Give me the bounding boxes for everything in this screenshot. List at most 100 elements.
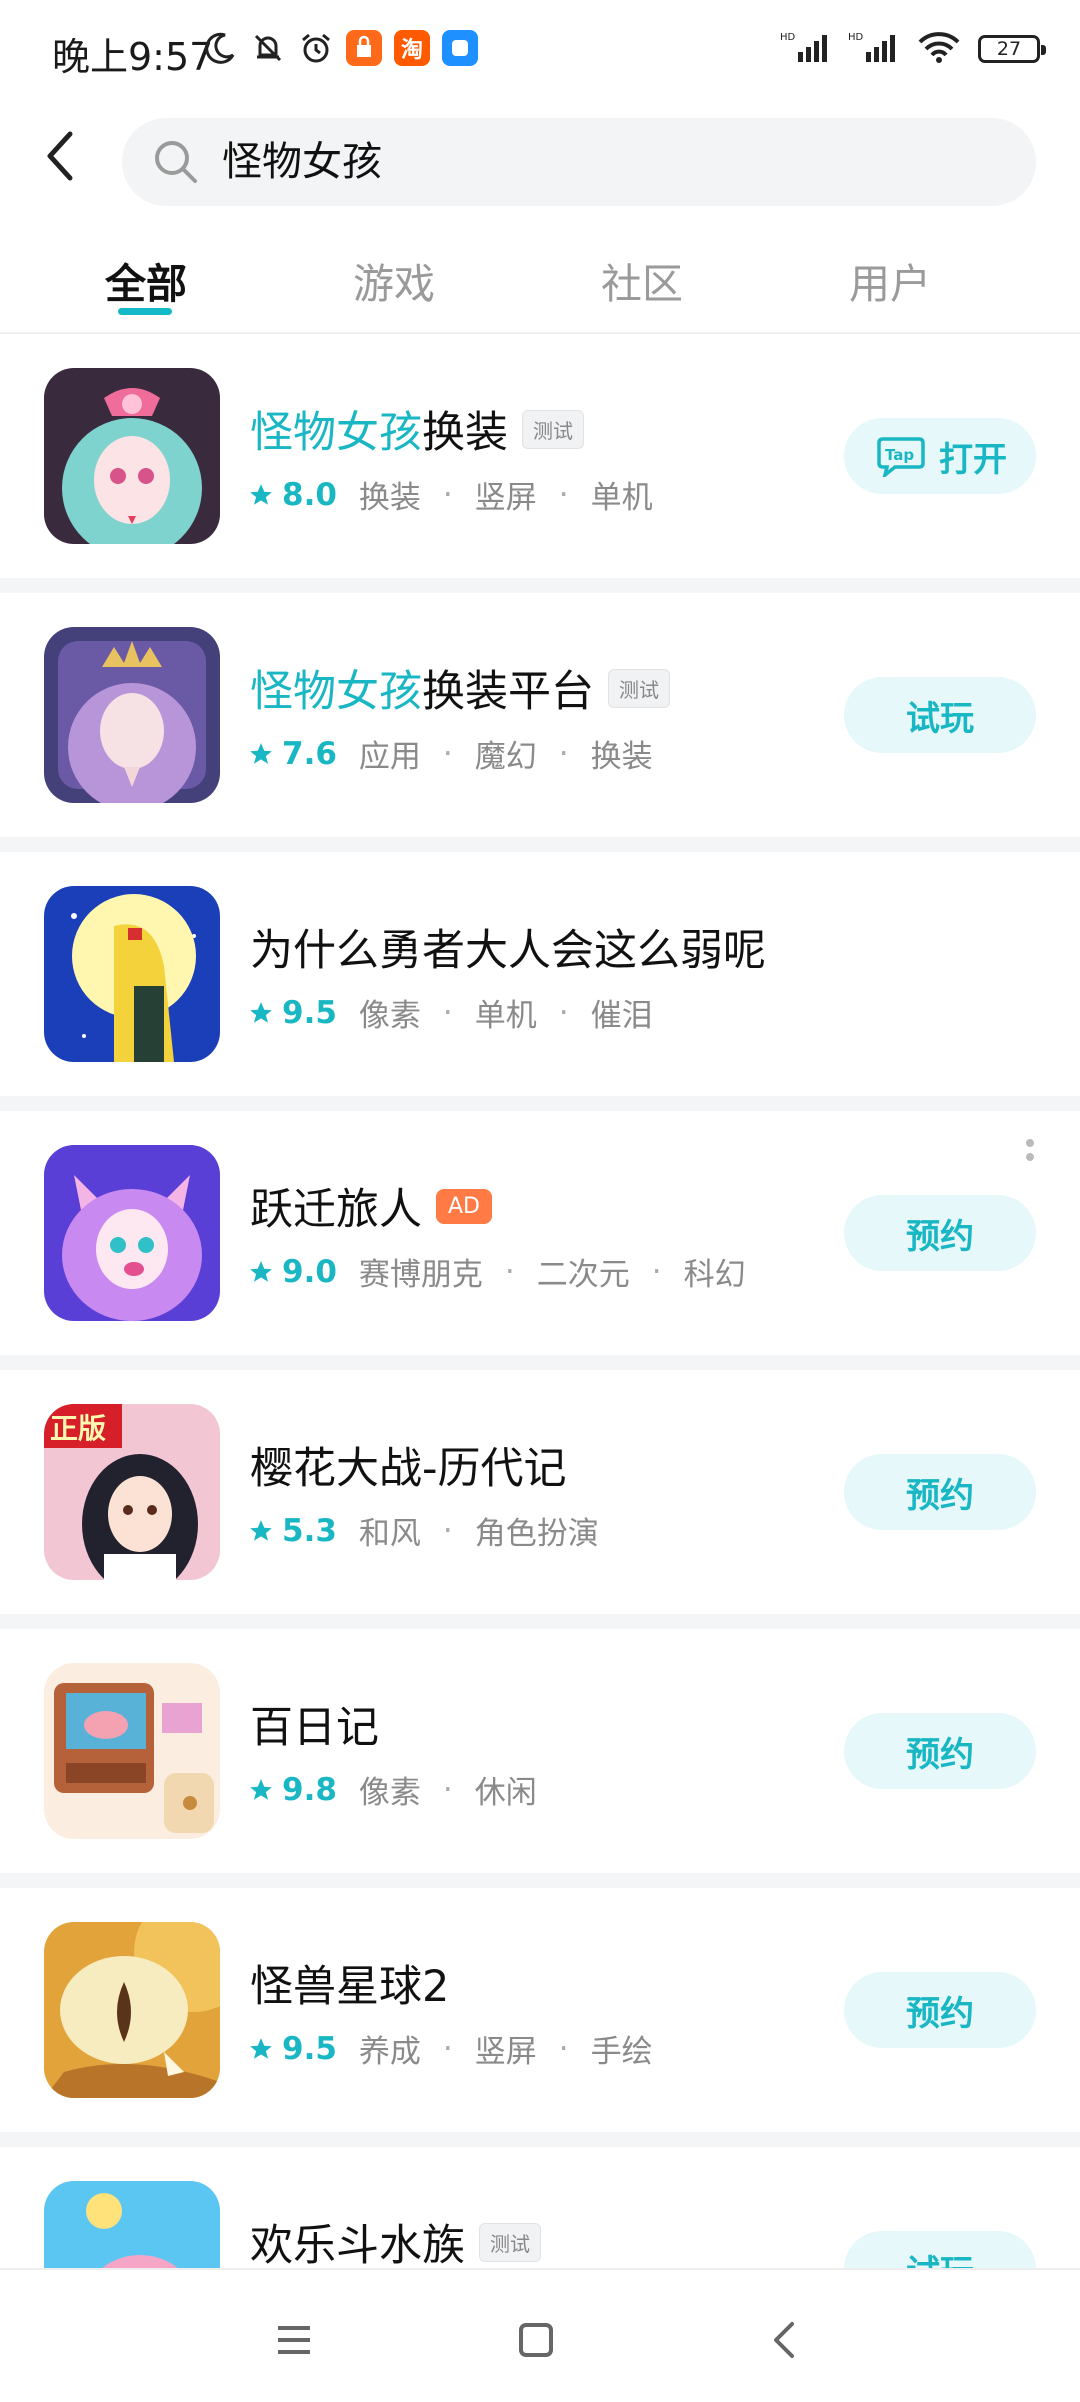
item-title: 为什么勇者大人会这么弱呢	[250, 926, 766, 976]
item-tag: 单机	[590, 480, 653, 516]
list-item[interactable]: 为什么勇者大人会这么弱呢 9.5 像素 · 单机 · 催泪	[0, 852, 1080, 1096]
item-tag: 手绘	[590, 2034, 653, 2070]
system-nav-bar	[0, 2268, 1080, 2402]
item-meta: 9.5 像素 · 单机 · 催泪	[248, 990, 653, 1035]
rating-score: 9.0	[282, 1253, 337, 1290]
search-results-list: 怪物女孩换装 测试 8.0 换装 · 竖屏 · 单机 Tap 打开 怪物女孩换装平台…	[0, 334, 1080, 2391]
ad-badge: AD	[436, 1188, 492, 1224]
search-icon	[155, 141, 197, 183]
game-icon-leap-traveler[interactable]	[44, 1145, 220, 1321]
test-badge: 测试	[522, 409, 584, 449]
star-icon	[250, 1001, 272, 1023]
menu-icon[interactable]	[264, 2310, 324, 2370]
list-item[interactable]: 正版 樱花大战-历代记 5.3 和风 · 角色扮演 预约	[0, 1370, 1080, 1614]
item-title: 樱花大战-历代记	[250, 1444, 567, 1494]
wifi-icon	[916, 30, 962, 68]
rating-score: 7.6	[282, 735, 337, 772]
taobao-icon: 淘	[394, 30, 430, 66]
back-nav-icon[interactable]	[756, 2310, 816, 2370]
list-divider	[0, 1873, 1080, 1888]
item-tag: 养成	[358, 2034, 421, 2070]
search-query: 怪物女孩	[222, 139, 382, 185]
item-tag: 催泪	[590, 998, 653, 1034]
item-title: 百日记	[250, 1703, 379, 1753]
item-meta: 9.5 养成 · 竖屏 · 手绘	[248, 2026, 653, 2071]
list-divider	[0, 1614, 1080, 1629]
list-divider	[0, 578, 1080, 593]
game-icon-hundred-days[interactable]	[44, 1663, 220, 1839]
tab-users[interactable]: 用户	[770, 250, 1010, 310]
tab-community[interactable]: 社区	[522, 250, 762, 310]
item-tag: 魔幻	[474, 739, 537, 775]
item-tag: 角色扮演	[474, 1516, 599, 1552]
item-tag: 单机	[474, 998, 537, 1034]
reserve-button[interactable]: 预约	[844, 1454, 1036, 1530]
test-badge: 测试	[608, 668, 670, 708]
home-icon[interactable]	[506, 2310, 566, 2370]
list-item[interactable]: 百日记 9.8 像素 · 休闲 预约	[0, 1629, 1080, 1873]
list-item[interactable]: 怪物女孩换装 测试 8.0 换装 · 竖屏 · 单机 Tap 打开	[0, 334, 1080, 578]
item-tag: 应用	[358, 739, 421, 775]
item-tag: 二次元	[536, 1257, 630, 1293]
game-icon-monster-planet[interactable]	[44, 1922, 220, 2098]
status-notification-icons: 淘	[202, 30, 478, 66]
rating-score: 9.5	[282, 994, 337, 1031]
more-options-icon[interactable]	[1024, 1137, 1036, 1177]
star-icon	[250, 1778, 272, 1800]
reserve-button[interactable]: 预约	[844, 1972, 1036, 2048]
search-input[interactable]: 怪物女孩	[122, 118, 1036, 206]
rating-score: 9.5	[282, 2030, 337, 2067]
item-tag: 换装	[590, 739, 653, 775]
svg-text:Tap: Tap	[885, 446, 914, 464]
moon-icon	[202, 30, 238, 66]
item-tag: 换装	[358, 480, 421, 516]
star-icon	[250, 483, 272, 505]
tap-logo-icon: Tap	[877, 437, 925, 477]
item-tag: 赛博朋克	[358, 1257, 483, 1293]
item-tag: 竖屏	[474, 480, 537, 516]
game-icon-monster-girl[interactable]	[44, 368, 220, 544]
list-item[interactable]: 跃迁旅人 AD 9.0 赛博朋克 · 二次元 · 科幻 预约	[0, 1111, 1080, 1355]
alarm-icon	[298, 30, 334, 66]
list-item[interactable]: 怪物女孩换装平台 测试 7.6 应用 · 魔幻 · 换装 试玩	[0, 593, 1080, 837]
item-title: 怪物女孩换装	[250, 408, 508, 458]
list-item[interactable]: 怪兽星球2 9.5 养成 · 竖屏 · 手绘 预约	[0, 1888, 1080, 2132]
item-tag: 像素	[358, 1775, 421, 1811]
star-icon	[250, 1260, 272, 1282]
svg-text:HD: HD	[780, 32, 796, 43]
item-tag: 科幻	[683, 1257, 746, 1293]
game-icon-weak-hero[interactable]	[44, 886, 220, 1062]
mute-bell-icon	[250, 30, 286, 66]
star-icon	[250, 1519, 272, 1541]
back-button[interactable]	[40, 126, 80, 186]
list-divider	[0, 837, 1080, 852]
open-button[interactable]: Tap 打开	[844, 418, 1036, 494]
game-icon-sakura-wars[interactable]: 正版	[44, 1404, 220, 1580]
rating-score: 5.3	[282, 1512, 337, 1549]
shopping-app-icon	[346, 30, 382, 66]
chat-app-icon	[442, 30, 478, 66]
game-icon-monster-girl-platform[interactable]	[44, 627, 220, 803]
star-icon	[250, 742, 272, 764]
hd-signal-2-icon: HD	[848, 30, 900, 68]
item-tag: 和风	[358, 1516, 421, 1552]
item-title: 欢乐斗水族	[250, 2221, 465, 2271]
status-time: 晚上9:57	[52, 35, 214, 79]
status-system-icons: HD HD 27	[780, 30, 1046, 68]
reserve-button[interactable]: 预约	[844, 1195, 1036, 1271]
item-meta: 9.0 赛博朋克 · 二次元 · 科幻	[248, 1249, 746, 1294]
tab-active-indicator	[118, 308, 172, 315]
item-title: 怪物女孩换装平台	[250, 667, 594, 717]
tab-games[interactable]: 游戏	[274, 250, 514, 310]
reserve-button[interactable]: 预约	[844, 1713, 1036, 1789]
item-title: 怪兽星球2	[250, 1962, 450, 2012]
rating-score: 9.8	[282, 1771, 337, 1808]
item-tag: 竖屏	[474, 2034, 537, 2070]
list-divider	[0, 2132, 1080, 2147]
svg-text:HD: HD	[848, 32, 864, 43]
try-button[interactable]: 试玩	[844, 677, 1036, 753]
item-tag: 休闲	[474, 1775, 537, 1811]
list-divider	[0, 1355, 1080, 1370]
tab-all[interactable]: 全部	[26, 250, 266, 310]
test-badge: 测试	[479, 2222, 541, 2262]
